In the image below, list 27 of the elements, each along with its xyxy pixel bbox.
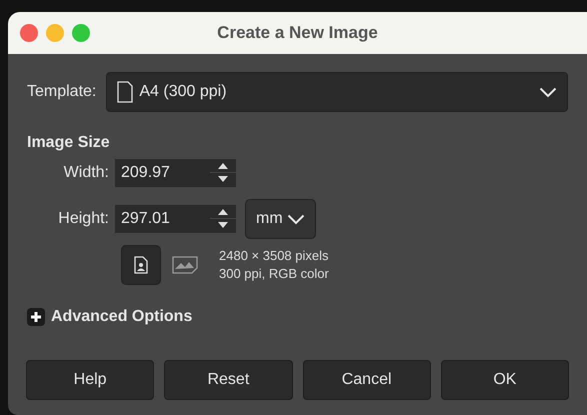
dialog-button[interactable]: Reset bbox=[164, 360, 292, 400]
image-info: 2480 × 3508 pixels bbox=[219, 247, 329, 265]
spin-buttons[interactable] bbox=[210, 205, 236, 233]
window-title: Create a New Image bbox=[217, 22, 378, 44]
spin-buttons[interactable] bbox=[210, 159, 236, 187]
template-label: Template: bbox=[27, 82, 96, 102]
close-button[interactable] bbox=[20, 24, 38, 42]
unit-dropdown[interactable]: mm bbox=[245, 199, 316, 239]
template-value: A4 (300 ppi) bbox=[139, 82, 228, 102]
dialog-button[interactable]: OK bbox=[440, 360, 569, 400]
orientation-button[interactable] bbox=[121, 245, 161, 285]
field-label: Height: bbox=[57, 209, 110, 229]
dialog-button[interactable]: Cancel bbox=[302, 360, 431, 400]
chevron-down-icon bbox=[539, 86, 557, 98]
landscape-page-icon bbox=[172, 255, 198, 275]
number-field[interactable]: 209.97 bbox=[115, 159, 210, 187]
number-field[interactable]: 297.01 bbox=[115, 205, 210, 233]
advanced-options-toggle[interactable]: Advanced Options bbox=[27, 305, 192, 329]
template-dropdown[interactable]: A4 (300 ppi) bbox=[106, 72, 568, 112]
portrait-page-icon bbox=[134, 256, 148, 274]
section-heading: Image Size bbox=[27, 133, 111, 153]
image-info: 300 ppi, RGB color bbox=[219, 265, 329, 283]
dialog-button[interactable]: Help bbox=[26, 360, 154, 400]
zoom-button[interactable] bbox=[72, 24, 90, 42]
field-label: Width: bbox=[62, 163, 110, 183]
page-icon bbox=[117, 81, 134, 103]
chevron-down-icon bbox=[286, 214, 305, 224]
